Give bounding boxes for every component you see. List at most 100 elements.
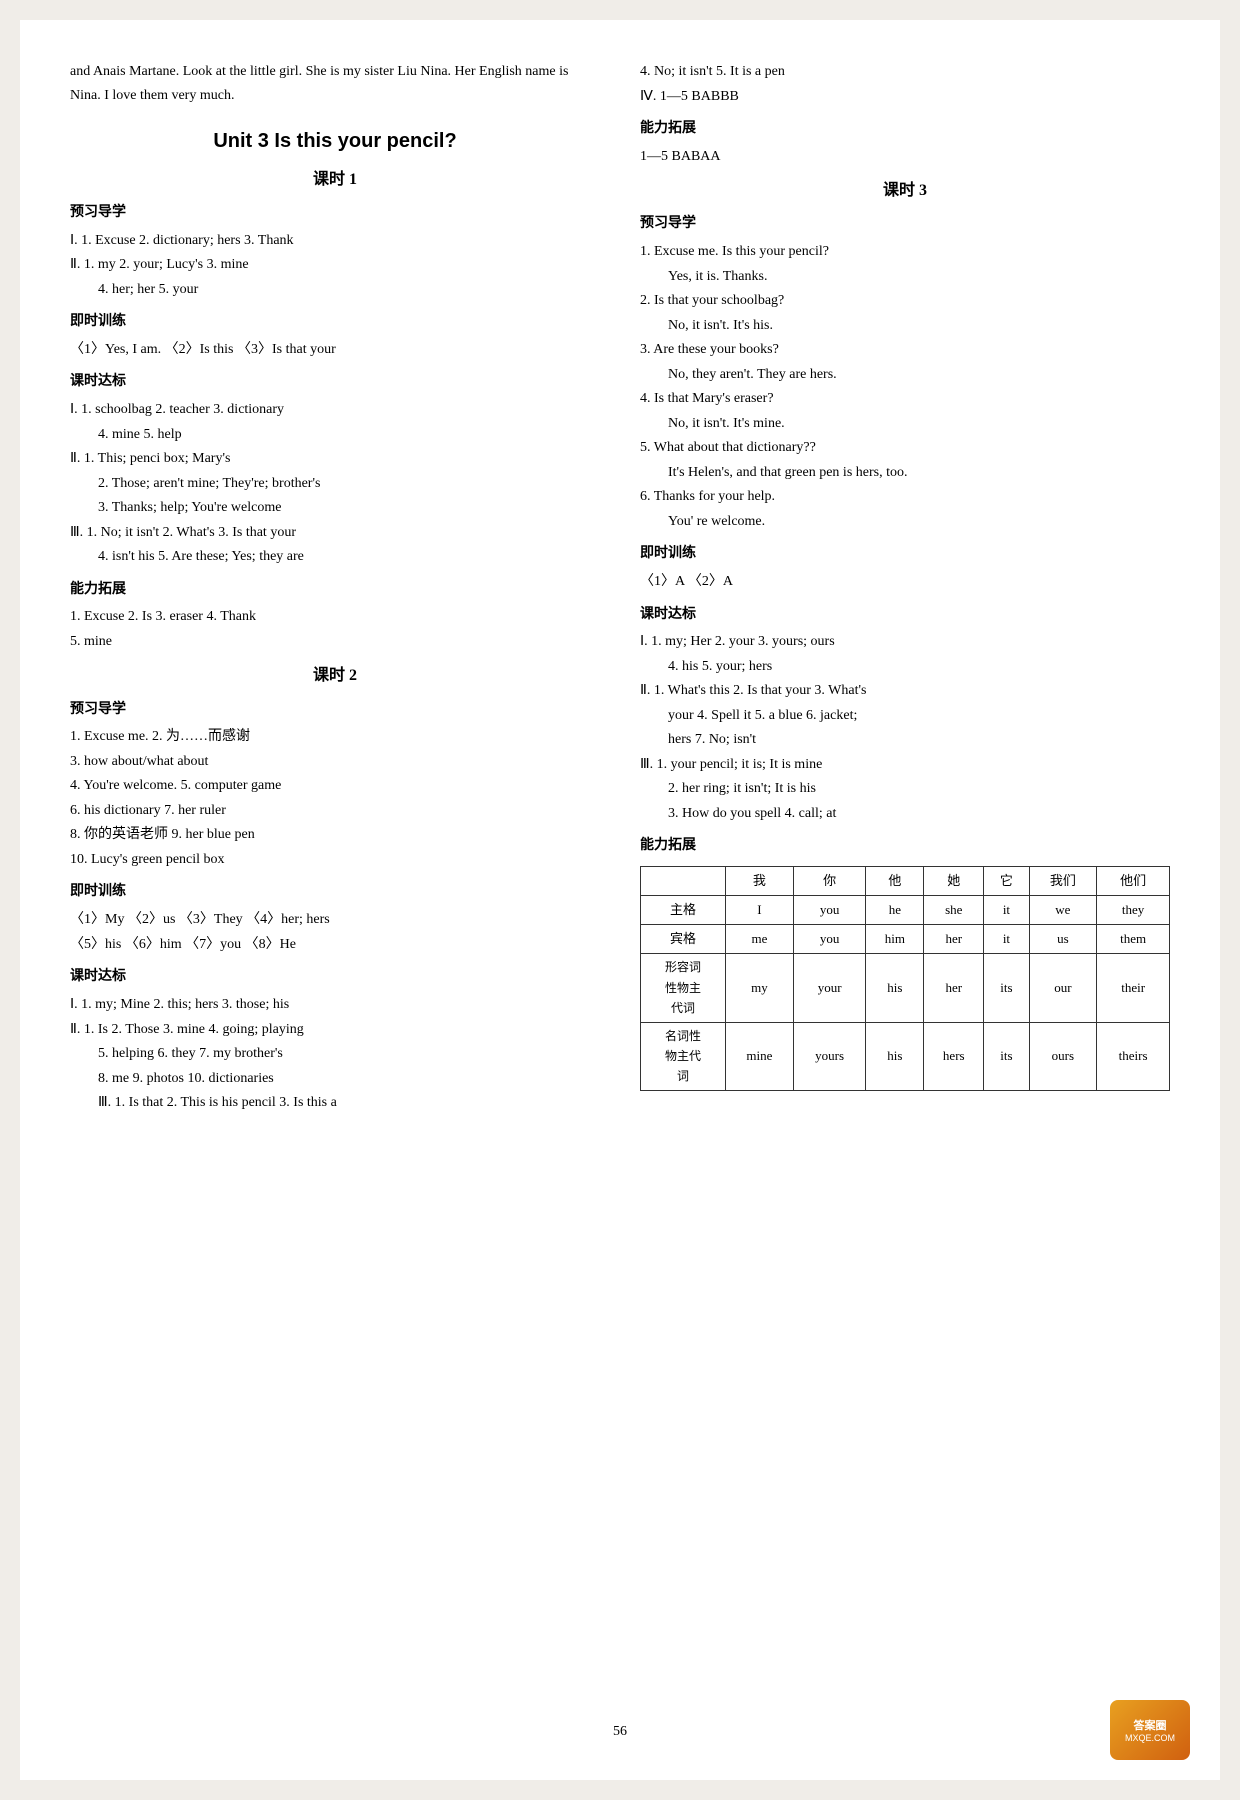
unit-title: Unit 3 Is this your pencil? (70, 124, 600, 158)
table-header-empty (641, 867, 726, 896)
keshi3-d7: 3. How do you spell 4. call; at (640, 802, 1170, 827)
yuxue2-title: 预习导学 (70, 698, 600, 722)
jishi2-l0: 〈1〉My 〈2〉us 〈3〉They 〈4〉her; hers (70, 908, 600, 933)
keshi3-d4: hers 7. No; isn't (640, 728, 1170, 753)
intro-text: and Anais Martane. Look at the little gi… (70, 60, 600, 108)
keshi3-d2: Ⅱ. 1. What's this 2. Is that your 3. Wha… (640, 679, 1170, 704)
keshi2-title: 课时 2 (70, 662, 600, 689)
right-column: 4. No; it isn't 5. It is a pen Ⅳ. 1—5 BA… (640, 60, 1170, 1704)
yuxue3-title: 预习导学 (640, 212, 1170, 236)
yuxue2-l4: 8. 你的英语老师 9. her blue pen (70, 823, 600, 848)
table-header-wo: 我 (726, 867, 794, 896)
table-header-women: 我们 (1029, 867, 1097, 896)
cell-it-o: it (984, 925, 1029, 954)
cell-its-n: its (984, 1022, 1029, 1090)
cell-them: them (1097, 925, 1170, 954)
keshi3-title: 课时 3 (640, 177, 1170, 204)
cell-yours: yours (793, 1022, 866, 1090)
keshi3-dabiao-title: 课时达标 (640, 603, 1170, 627)
keshi1-d4: 3. Thanks; help; You're welcome (70, 496, 600, 521)
yuxue2-l2: 4. You're welcome. 5. computer game (70, 774, 600, 799)
row-label-adj-poss: 形容词性物主代词 (641, 954, 726, 1022)
yuxue3-a0: Yes, it is. Thanks. (640, 265, 1170, 290)
table-header-tamen: 他们 (1097, 867, 1170, 896)
yuxue3-q2: 3. Are these your books? (640, 338, 1170, 363)
watermark-line2: MXQE.COM (1125, 1733, 1175, 1743)
keshi3-d6: 2. her ring; it isn't; It is his (640, 777, 1170, 802)
cell-me: me (726, 925, 794, 954)
keshi3-d1: 4. his 5. your; hers (640, 655, 1170, 680)
cell-it-s: it (984, 896, 1029, 925)
yuxue3-q1: 2. Is that your schoolbag? (640, 289, 1170, 314)
table-row-adj-poss: 形容词性物主代词 my your his her its our their (641, 954, 1170, 1022)
cell-he: he (866, 896, 924, 925)
cell-him: him (866, 925, 924, 954)
yuxue1-line2: Ⅱ. 1. my 2. your; Lucy's 3. mine (70, 253, 600, 278)
cell-i: I (726, 896, 794, 925)
yuxue3-a5: You' re welcome. (640, 510, 1170, 535)
yuxue3-q3: 4. Is that Mary's eraser? (640, 387, 1170, 412)
right-l0: 4. No; it isn't 5. It is a pen (640, 60, 1170, 85)
nengli1-line1: 1. Excuse 2. Is 3. eraser 4. Thank (70, 605, 600, 630)
keshi1-title: 课时 1 (70, 166, 600, 193)
table-header-ta-m: 他 (866, 867, 924, 896)
keshi2-d4: Ⅲ. 1. Is that 2. This is his pencil 3. I… (70, 1091, 600, 1116)
cell-your-a: your (793, 954, 866, 1022)
yuxue3-a4: It's Helen's, and that green pen is hers… (640, 461, 1170, 486)
yuxue3-a3: No, it isn't. It's mine. (640, 412, 1170, 437)
row-label-noun-poss: 名词性物主代词 (641, 1022, 726, 1090)
yuxue3-a2: No, they aren't. They are hers. (640, 363, 1170, 388)
cell-hers: hers (924, 1022, 984, 1090)
cell-ours: ours (1029, 1022, 1097, 1090)
yuxue3-q5: 6. Thanks for your help. (640, 485, 1170, 510)
cell-mine: mine (726, 1022, 794, 1090)
yuxue3-q4: 5. What about that dictionary?? (640, 436, 1170, 461)
cell-his-a: his (866, 954, 924, 1022)
cell-her-a: her (924, 954, 984, 1022)
keshi2-d3: 8. me 9. photos 10. dictionaries (70, 1067, 600, 1092)
cell-us: us (1029, 925, 1097, 954)
table-header-ta-n: 它 (984, 867, 1029, 896)
watermark-line1: 答案圈 (1134, 1717, 1167, 1733)
cell-his-n: his (866, 1022, 924, 1090)
keshi2-dabiao-title: 课时达标 (70, 965, 600, 989)
page: and Anais Martane. Look at the little gi… (20, 20, 1220, 1780)
table-row-subject: 主格 I you he she it we they (641, 896, 1170, 925)
left-column: and Anais Martane. Look at the little gi… (70, 60, 600, 1704)
nengli-r-title: 能力拓展 (640, 117, 1170, 141)
yuxue1-title: 预习导学 (70, 201, 600, 225)
yuxue1-line3: 4. her; her 5. your (70, 278, 600, 303)
cell-they: they (1097, 896, 1170, 925)
page-number: 56 (70, 1724, 1170, 1740)
watermark-logo: 答案圈 MXQE.COM (1110, 1700, 1190, 1760)
yuxue1-line1: Ⅰ. 1. Excuse 2. dictionary; hers 3. Than… (70, 229, 600, 254)
jishi2-l1: 〈5〉his 〈6〉him 〈7〉you 〈8〉He (70, 933, 600, 958)
jishi3-title: 即时训练 (640, 542, 1170, 566)
yuxue2-l5: 10. Lucy's green pencil box (70, 848, 600, 873)
yuxue2-l0: 1. Excuse me. 2. 为……而感谢 (70, 725, 600, 750)
keshi3-d3: your 4. Spell it 5. a blue 6. jacket; (640, 704, 1170, 729)
cell-we: we (1029, 896, 1097, 925)
row-label-object: 宾格 (641, 925, 726, 954)
jishi1-title: 即时训练 (70, 310, 600, 334)
keshi2-d0: Ⅰ. 1. my; Mine 2. this; hers 3. those; h… (70, 993, 600, 1018)
keshi3-d0: Ⅰ. 1. my; Her 2. your 3. yours; ours (640, 630, 1170, 655)
nengli1-line2: 5. mine (70, 630, 600, 655)
nengli1-title: 能力拓展 (70, 578, 600, 602)
row-label-subject: 主格 (641, 896, 726, 925)
cell-my: my (726, 954, 794, 1022)
cell-our: our (1029, 954, 1097, 1022)
jishi3-content: 〈1〉A 〈2〉A (640, 570, 1170, 595)
cell-you-o: you (793, 925, 866, 954)
keshi1-d0: Ⅰ. 1. schoolbag 2. teacher 3. dictionary (70, 398, 600, 423)
cell-she: she (924, 896, 984, 925)
keshi1-dabiao-title: 课时达标 (70, 370, 600, 394)
nengli-r-content: 1—5 BABAA (640, 145, 1170, 170)
right-l1: Ⅳ. 1—5 BABBB (640, 85, 1170, 110)
yuxue2-l3: 6. his dictionary 7. her ruler (70, 799, 600, 824)
keshi1-d3: 2. Those; aren't mine; They're; brother'… (70, 472, 600, 497)
keshi2-d1: Ⅱ. 1. Is 2. Those 3. mine 4. going; play… (70, 1018, 600, 1043)
jishi1-content: 〈1〉Yes, I am. 〈2〉Is this 〈3〉Is that your (70, 338, 600, 363)
cell-her-o: her (924, 925, 984, 954)
jishi2-title: 即时训练 (70, 880, 600, 904)
